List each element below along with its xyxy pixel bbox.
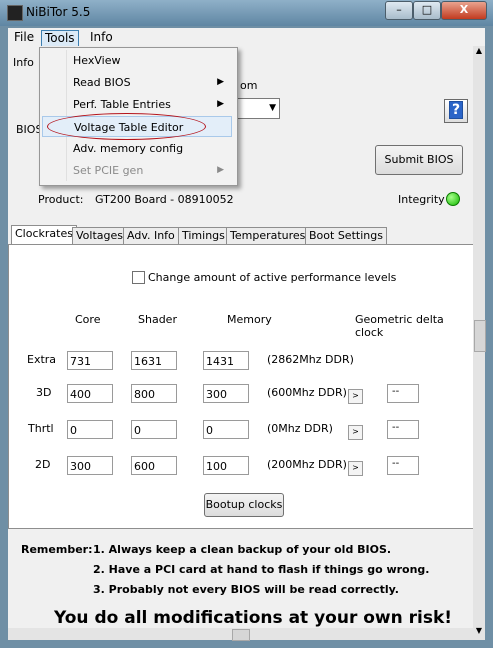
- app-window: NiBiTor 5.5 – □ X File Tools Info Info B…: [0, 0, 493, 648]
- menu-info[interactable]: Info: [87, 30, 116, 45]
- menu-item-label: Perf. Table Entries: [73, 98, 171, 111]
- row-label-3d: 3D: [36, 386, 52, 399]
- vertical-scroll-thumb[interactable]: [474, 320, 486, 352]
- column-shader: Shader: [138, 313, 177, 326]
- submit-bios-button[interactable]: Submit BIOS: [375, 145, 463, 175]
- bootup-clocks-button[interactable]: Bootup clocks: [204, 493, 284, 517]
- memory-select[interactable]: ▼: [234, 98, 280, 119]
- extra-core-input[interactable]: 731: [67, 351, 113, 370]
- menu-item-adv-memory[interactable]: Adv. memory config: [42, 138, 232, 159]
- thrtl-memory-input[interactable]: 0: [203, 420, 249, 439]
- title-bar[interactable]: NiBiTor 5.5 – □ X: [0, 0, 493, 26]
- horizontal-scroll-thumb[interactable]: [232, 629, 250, 641]
- thrtl-core-input[interactable]: 0: [67, 420, 113, 439]
- memory-label: om: [240, 79, 258, 92]
- 3d-memory-input[interactable]: 300: [203, 384, 249, 403]
- extra-memory-input[interactable]: 1431: [203, 351, 249, 370]
- 3d-geo-arrow-button[interactable]: >: [348, 389, 363, 404]
- thrtl-ddr-label: (0Mhz DDR): [267, 422, 333, 435]
- integrity-label: Integrity :: [398, 193, 452, 206]
- column-memory: Memory: [227, 313, 272, 326]
- question-icon: ?: [449, 101, 463, 119]
- tab-temperatures[interactable]: Temperatures: [226, 227, 310, 244]
- product-value: GT200 Board - 08910052: [95, 193, 234, 206]
- tab-strip: Clockrates Voltages Adv. Info Timings Te…: [8, 225, 485, 245]
- integrity-status-icon: [446, 192, 460, 206]
- menu-item-label: Read BIOS: [73, 76, 131, 89]
- menu-item-hexview[interactable]: HexView: [42, 50, 232, 71]
- menu-item-label: HexView: [73, 54, 121, 67]
- window-title: NiBiTor 5.5: [26, 5, 91, 19]
- 3d-core-input[interactable]: 400: [67, 384, 113, 403]
- menu-item-read-bios[interactable]: Read BIOS ▶: [42, 72, 232, 93]
- 2d-geo-arrow-button[interactable]: >: [348, 461, 363, 476]
- menu-item-perf-table[interactable]: Perf. Table Entries ▶: [42, 94, 232, 115]
- clockrates-panel: Change amount of active performance leve…: [8, 244, 475, 529]
- help-button[interactable]: ?: [444, 99, 468, 123]
- product-label: Product:: [38, 193, 84, 206]
- menu-file[interactable]: File: [11, 30, 37, 45]
- thrtl-geo-arrow-button[interactable]: >: [348, 425, 363, 440]
- app-icon: [7, 5, 23, 21]
- 2d-shader-input[interactable]: 600: [131, 456, 177, 475]
- 2d-memory-input[interactable]: 100: [203, 456, 249, 475]
- tab-voltages[interactable]: Voltages: [72, 227, 127, 244]
- scroll-up-icon[interactable]: ▲: [473, 46, 485, 60]
- thrtl-shader-input[interactable]: 0: [131, 420, 177, 439]
- 2d-ddr-label: (200Mhz DDR): [267, 458, 347, 471]
- thrtl-geo-input[interactable]: --: [387, 420, 419, 439]
- submenu-arrow-icon: ▶: [217, 99, 224, 109]
- menu-item-label: Set PCIE gen: [73, 164, 144, 177]
- perf-levels-checkbox[interactable]: [132, 271, 145, 284]
- info-group-label: Info: [13, 56, 34, 69]
- chevron-down-icon: ▼: [269, 103, 276, 113]
- 3d-ddr-label: (600Mhz DDR): [267, 386, 347, 399]
- perf-levels-label: Change amount of active performance leve…: [148, 271, 397, 284]
- extra-shader-input[interactable]: 1631: [131, 351, 177, 370]
- menu-item-label: Adv. memory config: [73, 142, 184, 155]
- reminder-line-1: 1. Always keep a clean backup of your ol…: [93, 543, 392, 556]
- tab-adv-info[interactable]: Adv. Info: [123, 227, 179, 244]
- menu-bar: File Tools Info: [8, 28, 485, 47]
- tab-boot-settings[interactable]: Boot Settings: [305, 227, 387, 244]
- scroll-down-icon[interactable]: ▼: [473, 626, 485, 640]
- 2d-core-input[interactable]: 300: [67, 456, 113, 475]
- column-core: Core: [75, 313, 101, 326]
- maximize-button[interactable]: □: [413, 1, 441, 20]
- 3d-geo-input[interactable]: --: [387, 384, 419, 403]
- row-label-extra: Extra: [27, 353, 57, 366]
- vertical-scrollbar[interactable]: ▲ ▼: [473, 46, 486, 640]
- row-label-2d: 2D: [35, 458, 51, 471]
- minimize-button[interactable]: –: [385, 1, 413, 20]
- risk-warning: You do all modifications at your own ris…: [54, 608, 453, 628]
- 2d-geo-input[interactable]: --: [387, 456, 419, 475]
- submenu-arrow-icon: ▶: [217, 77, 224, 87]
- close-button[interactable]: X: [441, 1, 487, 20]
- column-geometric-delta: Geometric delta clock: [355, 313, 444, 339]
- reminder-title: Remember:: [21, 543, 93, 556]
- horizontal-scrollbar[interactable]: [8, 628, 473, 641]
- submenu-arrow-icon: ▶: [217, 165, 224, 175]
- tab-timings[interactable]: Timings: [178, 227, 229, 244]
- menu-tools[interactable]: Tools: [41, 30, 79, 47]
- reminder-line-3: 3. Probably not every BIOS will be read …: [93, 583, 399, 596]
- 3d-shader-input[interactable]: 800: [131, 384, 177, 403]
- row-label-thrtl: Thrtl: [28, 422, 54, 435]
- highlight-circle-annotation: [47, 113, 206, 140]
- extra-ddr-label: (2862Mhz DDR): [267, 353, 354, 366]
- menu-item-set-pcie: Set PCIE gen ▶: [42, 160, 232, 181]
- tab-clockrates[interactable]: Clockrates: [11, 225, 77, 245]
- reminder-line-2: 2. Have a PCI card at hand to flash if t…: [93, 563, 430, 576]
